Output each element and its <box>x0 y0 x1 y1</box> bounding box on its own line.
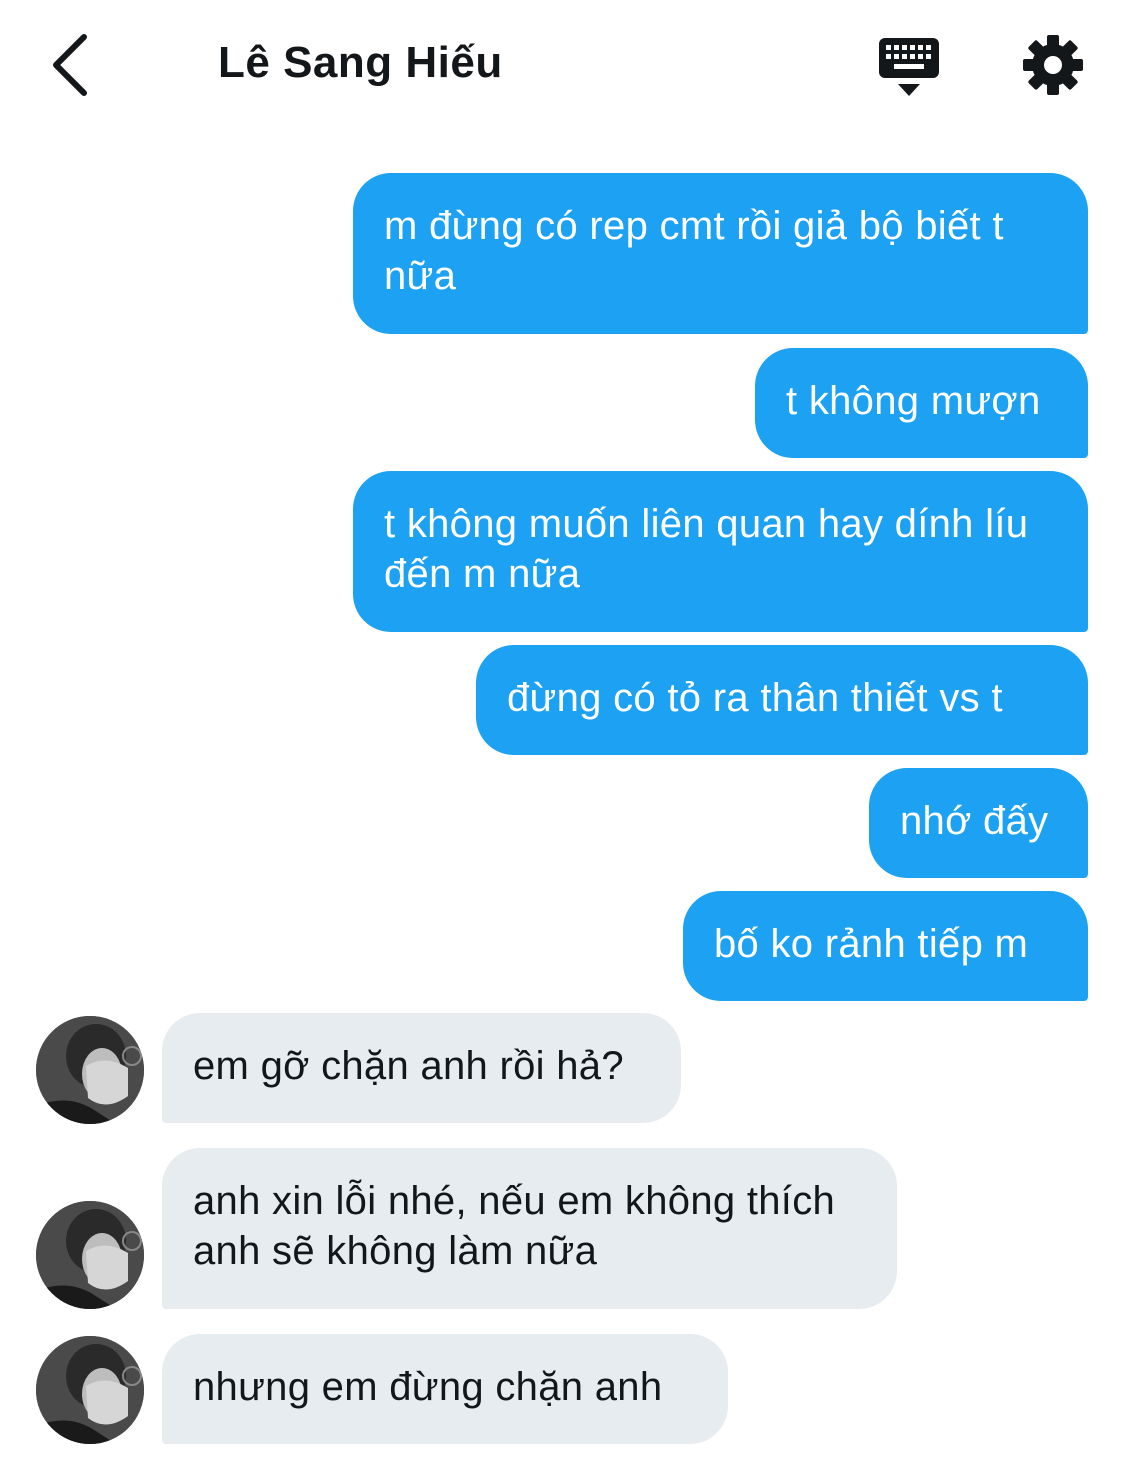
gear-icon <box>1023 35 1083 95</box>
outgoing-message[interactable]: bố ko rảnh tiếp m <box>683 891 1088 1001</box>
avatar[interactable] <box>36 1201 144 1309</box>
keyboard-button[interactable] <box>874 34 944 100</box>
outgoing-message[interactable]: đừng có tỏ ra thân thiết vs t <box>476 645 1088 755</box>
outgoing-message[interactable]: t không muốn liên quan hay dính líu đến … <box>353 471 1088 632</box>
avatar[interactable] <box>36 1336 144 1444</box>
outgoing-message[interactable]: t không mượn <box>755 348 1088 458</box>
incoming-message[interactable]: nhưng em đừng chặn anh <box>162 1334 728 1444</box>
back-button[interactable] <box>40 30 100 100</box>
incoming-message[interactable]: anh xin lỗi nhé, nếu em không thích anh … <box>162 1148 897 1309</box>
outgoing-message[interactable]: m đừng có rep cmt rồi giả bộ biết t nữa <box>353 173 1088 334</box>
keyboard-icon <box>879 38 939 96</box>
conversation-title[interactable]: Lê Sang Hiếu <box>218 38 503 88</box>
settings-button[interactable] <box>1020 32 1086 98</box>
conversation-header: Lê Sang Hiếu <box>0 0 1125 130</box>
avatar[interactable] <box>36 1016 144 1124</box>
chevron-left-icon <box>53 34 87 96</box>
incoming-message[interactable]: em gỡ chặn anh rồi hả? <box>162 1013 681 1123</box>
outgoing-message[interactable]: nhớ đấy <box>869 768 1088 878</box>
